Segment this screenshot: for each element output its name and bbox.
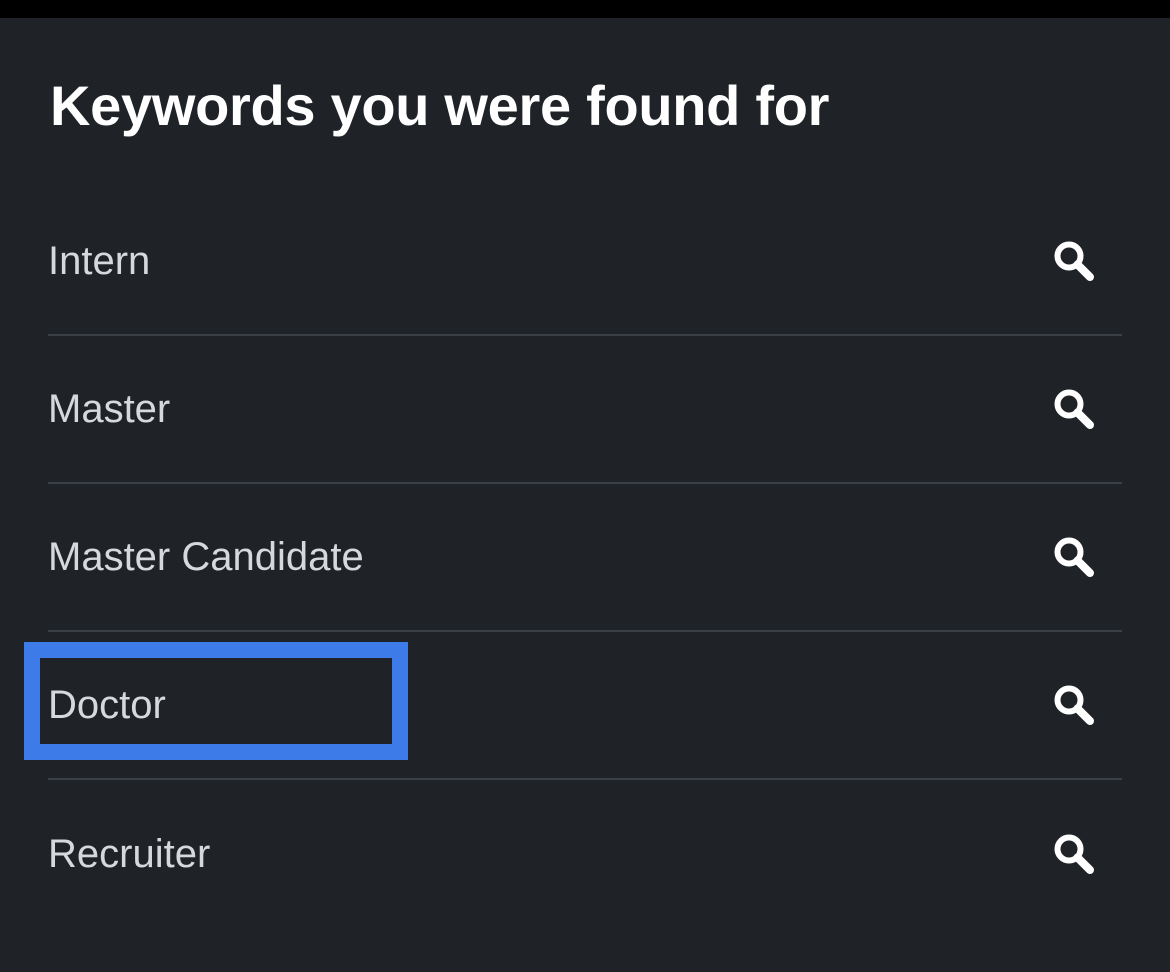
top-bar [0,0,1170,18]
keyword-label: Master Candidate [48,535,364,579]
keyword-label: Recruiter [48,832,211,876]
page-title: Keywords you were found for [50,74,830,137]
keyword-label: Intern [48,239,151,283]
search-icon[interactable] [1052,832,1096,876]
keyword-item-intern[interactable]: Intern [48,188,1122,336]
keyword-list: Intern Master Master Candidate Doctor Re… [48,188,1122,928]
search-icon[interactable] [1052,683,1096,727]
keyword-item-master-candidate[interactable]: Master Candidate [48,484,1122,632]
keyword-item-master[interactable]: Master [48,336,1122,484]
keyword-label: Doctor [48,683,166,727]
keyword-label: Master [48,387,171,431]
keywords-panel: Keywords you were found for Intern Maste… [0,18,1170,972]
search-icon[interactable] [1052,535,1096,579]
keyword-item-recruiter[interactable]: Recruiter [48,780,1122,928]
search-icon[interactable] [1052,387,1096,431]
search-icon[interactable] [1052,239,1096,283]
keyword-item-doctor[interactable]: Doctor [48,632,1122,780]
